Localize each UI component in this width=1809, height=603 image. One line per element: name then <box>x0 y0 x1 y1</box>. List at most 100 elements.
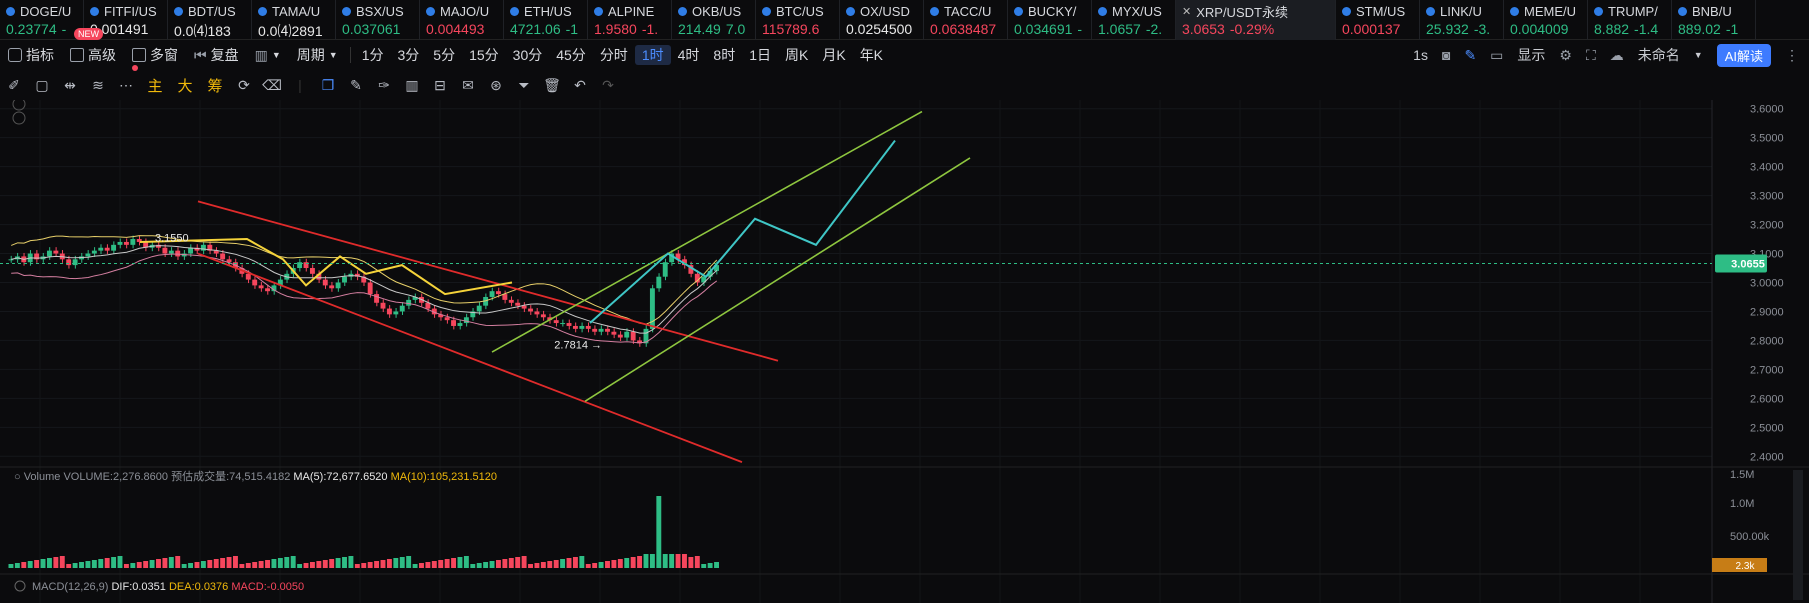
fullscreen-icon[interactable]: ⛶ <box>1586 47 1596 64</box>
main-chart-button[interactable]: 主 <box>140 71 170 99</box>
ticker-tab-16[interactable]: LINK/U 25.932 -3. <box>1420 0 1504 40</box>
ai-interpret-button[interactable]: AI解读 <box>1716 43 1771 67</box>
ticker-symbol: BNB/U <box>1692 4 1732 19</box>
coin-icon <box>762 7 771 16</box>
ticker-tab-19[interactable]: BNB/U 889.02 -1 <box>1672 0 1756 40</box>
timeframe-6[interactable]: 分时 <box>593 45 635 65</box>
volume-bar <box>207 560 213 568</box>
ticker-tab-13[interactable]: MYX/US 1.0657 -2. <box>1092 0 1176 40</box>
volume-bar <box>348 556 354 568</box>
ticker-tab-17[interactable]: MEME/U 0.004009 <box>1504 0 1588 40</box>
grid-icon <box>132 48 146 62</box>
low-label: 2.7814 → <box>554 339 602 351</box>
ticker-tab-8[interactable]: OKB/US 214.49 7.0 <box>672 0 756 40</box>
highlighter-icon[interactable]: ✑ <box>370 71 398 99</box>
layout-name[interactable]: 未命名 <box>1638 45 1680 65</box>
lock-icon[interactable]: ⊟ <box>426 71 454 99</box>
candles-icon[interactable]: ▥ <box>398 71 426 99</box>
volume-bar <box>534 563 540 568</box>
cloud-icon[interactable]: ☁ <box>1610 47 1624 64</box>
eraser-icon[interactable]: ⌫ <box>258 71 286 99</box>
ticker-symbol: LINK/U <box>1440 4 1482 19</box>
ticker-tab-14[interactable]: ✕ XRP/USDT永续 3.0653 -0.29% <box>1176 0 1336 40</box>
ticker-price-row: 0.0⑷183 <box>174 21 247 40</box>
ruler-icon[interactable]: ✐ <box>0 71 28 99</box>
candle <box>111 244 117 251</box>
dots-icon[interactable]: ⋯ <box>112 65 140 99</box>
timeframe-9[interactable]: 8时 <box>706 45 742 65</box>
close-icon[interactable]: ✕ <box>1182 5 1191 18</box>
ticker-change: -2. <box>1145 21 1163 37</box>
ticker-tab-10[interactable]: OX/USD 0.0254500 <box>840 0 924 40</box>
speed-button[interactable]: 1s <box>1413 47 1428 63</box>
timeframe-0[interactable]: 1分 <box>355 45 391 65</box>
timeframe-4[interactable]: 30分 <box>506 45 550 65</box>
volume-bar <box>572 557 578 568</box>
volume-bar <box>547 561 553 568</box>
ticker-tab-18[interactable]: TRUMP/ 8.882 -1.4 <box>1588 0 1672 40</box>
timeframe-13[interactable]: 年K <box>853 45 890 65</box>
rectangle-icon[interactable]: ▢ <box>28 71 56 99</box>
copy-icon[interactable]: ❐ <box>314 71 342 99</box>
settings-icon[interactable]: ⚙ <box>1559 47 1572 64</box>
trash-icon[interactable]: 🗑 <box>538 71 566 99</box>
redo-icon[interactable]: ↷ <box>594 71 622 99</box>
camera-icon[interactable]: ◙ <box>1442 47 1450 63</box>
ticker-price: 889.02 <box>1678 21 1721 37</box>
chips-button[interactable]: 筹 <box>200 71 230 99</box>
ticker-tab-6[interactable]: ETH/US 4721.06 -1 <box>504 0 588 40</box>
ticker-tab-5[interactable]: MAJO/U 0.004493 <box>420 0 504 40</box>
timeframe-5[interactable]: 45分 <box>549 45 593 65</box>
candle <box>123 241 129 245</box>
chevron-down-icon[interactable]: ▼ <box>1694 50 1703 60</box>
volume-bar <box>675 554 681 568</box>
ticker-tab-15[interactable]: STM/US 0.000137 <box>1336 0 1420 40</box>
filter-icon[interactable]: ⏷ <box>510 71 538 99</box>
ticker-tab-2[interactable]: BDT/US 0.0⑷183 <box>168 0 252 40</box>
new-badge: NEW <box>74 28 103 40</box>
magnet-icon[interactable]: ⊛ <box>482 71 510 99</box>
ticker-tab-0[interactable]: DOGE/U 0.23774- <box>0 0 84 40</box>
ticker-tab-11[interactable]: TACC/U 0.0638487 <box>924 0 1008 40</box>
timeframe-11[interactable]: 周K <box>778 45 815 65</box>
timeframe-1[interactable]: 3分 <box>390 45 426 65</box>
timeframe-7[interactable]: 1时 <box>634 45 671 65</box>
price-chart[interactable]: 3.60003.50003.40003.30003.20003.10003.00… <box>0 100 1809 603</box>
indicators-button[interactable]: 指标 <box>0 41 62 69</box>
ticker-change: - <box>61 21 67 37</box>
timeframe-3[interactable]: 15分 <box>462 45 506 65</box>
note-icon[interactable]: ✉ <box>454 71 482 99</box>
timeframe-2[interactable]: 5分 <box>426 45 462 65</box>
layout-icon[interactable]: ▭ <box>1490 47 1503 64</box>
period-dropdown[interactable]: 周期 ▼ <box>289 41 346 69</box>
ticker-change: -1.4 <box>1634 21 1659 37</box>
advanced-button[interactable]: 高级 NEW <box>62 28 124 69</box>
ticker-tab-12[interactable]: BUCKY/ 0.034691- <box>1008 0 1092 40</box>
chart-type-button[interactable]: ▥ ▼ <box>247 41 289 69</box>
candle <box>534 311 540 315</box>
volume-bar <box>630 557 636 568</box>
volume-legend-item: ○ Volume <box>14 471 63 483</box>
display-button[interactable]: 显示 <box>1517 45 1545 65</box>
pencil-icon[interactable]: ✎ <box>1464 47 1476 64</box>
big-order-button[interactable]: 大 <box>170 71 200 99</box>
volume-legend-item: 预估成交量:74,515.4182 <box>171 469 293 483</box>
more-icon[interactable]: ⋮ <box>1785 47 1799 64</box>
volume-bar <box>175 556 181 568</box>
timeframe-12[interactable]: 月K <box>815 45 852 65</box>
ticker-symbol-row: TRUMP/ <box>1594 3 1667 20</box>
horizontal-line-icon[interactable]: ⇹ <box>56 71 84 99</box>
ticker-tab-9[interactable]: BTC/US 115789.6 <box>756 0 840 40</box>
replay-button[interactable]: ⏮ 复盘 <box>186 41 247 69</box>
timeframe-8[interactable]: 4时 <box>671 45 707 65</box>
brush-icon[interactable]: ✎ <box>342 71 370 99</box>
timeframe-10[interactable]: 1日 <box>742 45 778 65</box>
ticker-tab-3[interactable]: TAMA/U 0.0⑷2891 <box>252 0 336 40</box>
ticker-price: 0.0⑷2891 <box>258 23 323 39</box>
undo-icon[interactable]: ↶ <box>566 71 594 99</box>
ticker-tab-7[interactable]: ALPINE 1.9580 -1. <box>588 0 672 40</box>
sync-icon[interactable]: ⟳ <box>230 71 258 99</box>
wave-icon[interactable]: ≋ <box>84 71 112 99</box>
ticker-tab-4[interactable]: BSX/US 0.037061 <box>336 0 420 40</box>
scrollbar[interactable] <box>1793 470 1803 600</box>
